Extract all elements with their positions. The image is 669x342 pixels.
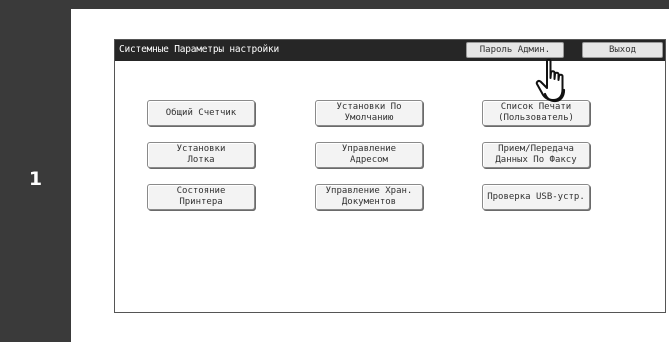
usb-device-check-label: Проверка USB-устр. [487,191,585,202]
printer-condition-label: Состояние Принтера [176,186,226,207]
frame-top-bar [0,0,669,9]
address-control-button[interactable]: Управление Адресом [315,142,423,168]
paper-tray-settings-button[interactable]: Установки Лотка [147,142,255,168]
default-settings-button[interactable]: Установки По Умолчанию [315,100,423,126]
screen-title: Системные Параметры настройки [119,44,280,55]
total-count-button[interactable]: Общий Счетчик [147,100,255,126]
default-settings-label: Установки По Умолчанию [336,102,402,123]
document-filing-control-label: Управление Хран. Документов [325,186,413,207]
total-count-label: Общий Счетчик [165,107,237,118]
paper-tray-settings-label: Установки Лотка [176,144,226,165]
document-filing-control-button[interactable]: Управление Хран. Документов [315,184,423,210]
printer-condition-button[interactable]: Состояние Принтера [147,184,255,210]
fax-data-receive-forward-button[interactable]: Прием/Передача Данных По Факсу [482,142,590,168]
exit-button[interactable]: Выход [582,42,663,58]
fax-data-receive-forward-label: Прием/Передача Данных По Факсу [495,144,577,165]
pointing-hand-icon [535,58,566,103]
address-control-label: Управление Адресом [341,144,397,165]
admin-password-button[interactable]: Пароль Админ. [466,42,564,58]
usb-device-check-button[interactable]: Проверка USB-устр. [482,184,590,210]
screen-titlebar: Системные Параметры настройки Пароль Адм… [115,40,665,61]
settings-screen: Системные Параметры настройки Пароль Адм… [114,39,666,313]
list-print-user-label: Список Печати (Пользователь) [498,102,574,123]
step-number: 1 [28,168,43,190]
